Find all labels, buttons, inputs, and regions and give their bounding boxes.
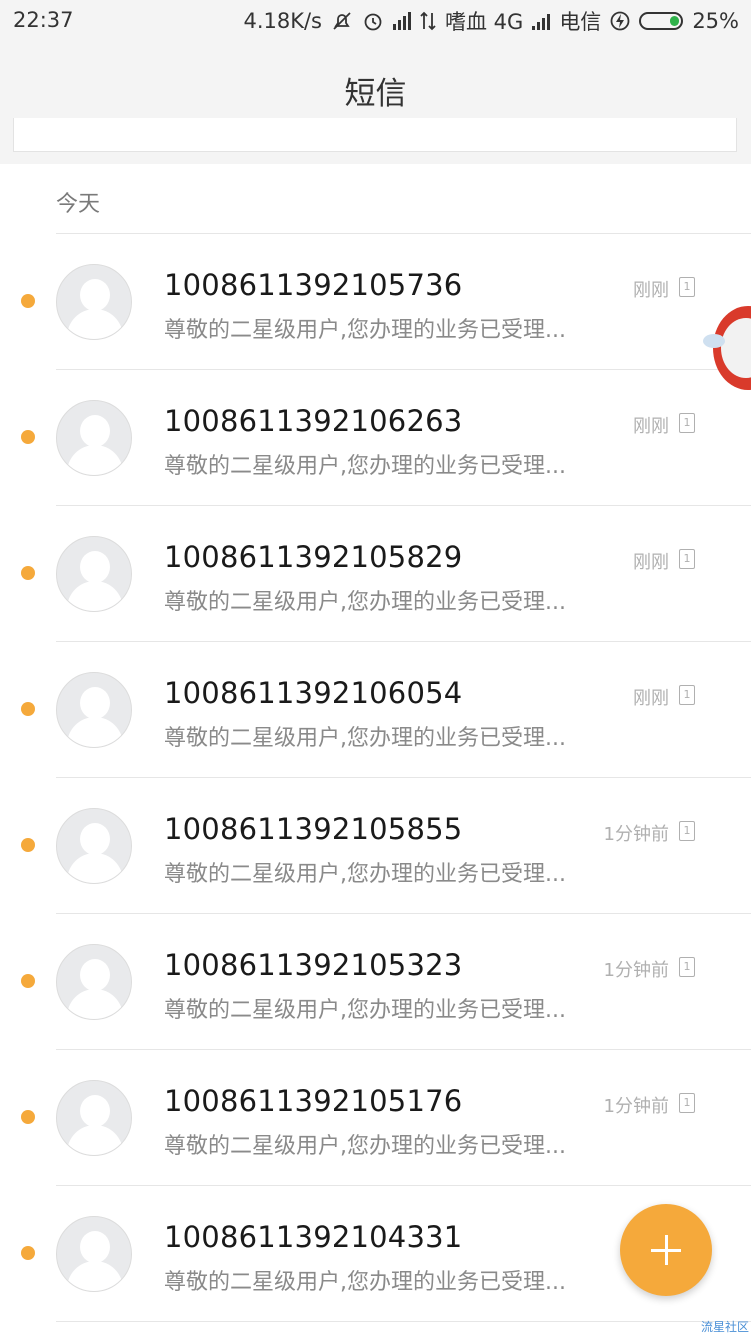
sim-card-icon: 1 — [679, 413, 695, 433]
avatar[interactable] — [56, 672, 132, 748]
message-sender: 1008611392104331 — [164, 1220, 463, 1254]
plus-icon-vertical — [664, 1235, 668, 1265]
unread-dot — [21, 1110, 35, 1124]
hd-signal-icon — [393, 12, 411, 30]
message-preview: 尊敬的二星级用户,您办理的业务已受理... — [164, 454, 566, 479]
message-sender: 1008611392105829 — [164, 540, 463, 574]
page-title: 短信 — [344, 76, 407, 112]
unread-dot — [21, 1246, 35, 1260]
list-item[interactable]: 1008611392105323 尊敬的二星级用户,您办理的业务已受理... 1分钟… — [0, 914, 751, 1050]
message-sender: 1008611392105176 — [164, 1084, 463, 1118]
floating-mascot-icon[interactable] — [701, 296, 751, 400]
unread-dot — [21, 430, 35, 444]
list-item[interactable]: 1008611392106054 尊敬的二星级用户,您办理的业务已受理... 刚刚 1 — [0, 642, 751, 778]
signal-icon — [532, 12, 551, 30]
message-time: 1分钟前 — [603, 1096, 669, 1117]
message-preview: 尊敬的二星级用户,您办理的业务已受理... — [164, 998, 566, 1023]
list-item[interactable]: 1008611392105736 尊敬的二星级用户,您办理的业务已受理... 刚刚 1 — [0, 234, 751, 370]
list-item[interactable]: 1008611392105829 尊敬的二星级用户,您办理的业务已受理... 刚刚 1 — [0, 506, 751, 642]
message-sender: 1008611392106263 — [164, 404, 463, 438]
unread-dot — [21, 294, 35, 308]
unread-dot — [21, 974, 35, 988]
list-item[interactable]: 1008611392106263 尊敬的二星级用户,您办理的业务已受理... 刚刚 1 — [0, 370, 751, 506]
new-message-button[interactable] — [620, 1204, 712, 1296]
section-label-today: 今天 — [56, 192, 101, 217]
status-bar: 22:37 4.18K/s 嗜血 4G 电信 25% — [0, 0, 751, 44]
message-time: 刚刚 — [633, 552, 669, 573]
sim-card-icon: 1 — [679, 957, 695, 977]
avatar[interactable] — [56, 264, 132, 340]
message-sender: 1008611392105855 — [164, 812, 463, 846]
message-preview: 尊敬的二星级用户,您办理的业务已受理... — [164, 318, 566, 343]
status-right: 4.18K/s 嗜血 4G 电信 25% — [243, 6, 739, 36]
battery-percent: 25% — [692, 9, 739, 33]
message-sender: 1008611392106054 — [164, 676, 463, 710]
sim-card-icon: 1 — [679, 1093, 695, 1113]
search-box[interactable] — [13, 118, 737, 152]
message-preview: 尊敬的二星级用户,您办理的业务已受理... — [164, 590, 566, 615]
mute-bell-icon — [333, 12, 351, 30]
unread-dot — [21, 702, 35, 716]
sim-card-icon: 1 — [679, 821, 695, 841]
unread-dot — [21, 838, 35, 852]
message-time: 刚刚 — [633, 280, 669, 301]
sim-card-icon: 1 — [679, 685, 695, 705]
battery-icon — [639, 12, 684, 30]
message-list: 1008611392105736 尊敬的二星级用户,您办理的业务已受理... 刚刚 1… — [0, 234, 751, 1322]
sim-card-icon: 1 — [679, 549, 695, 569]
unread-dot — [21, 566, 35, 580]
message-time: 刚刚 — [633, 688, 669, 709]
avatar[interactable] — [56, 400, 132, 476]
list-item[interactable]: 1008611392105176 尊敬的二星级用户,您办理的业务已受理... 1分钟… — [0, 1050, 751, 1186]
charging-icon — [610, 11, 630, 31]
list-item[interactable]: 1008611392105855 尊敬的二星级用户,您办理的业务已受理... 1分钟… — [0, 778, 751, 914]
avatar[interactable] — [56, 808, 132, 884]
message-preview: 尊敬的二星级用户,您办理的业务已受理... — [164, 862, 566, 887]
message-sender: 1008611392105323 — [164, 948, 463, 982]
sim-card-icon: 1 — [679, 277, 695, 297]
avatar[interactable] — [56, 536, 132, 612]
message-time: 1分钟前 — [603, 960, 669, 981]
data-arrows-icon — [420, 11, 436, 31]
row-divider — [56, 1321, 751, 1322]
avatar[interactable] — [56, 1216, 132, 1292]
carrier-1: 嗜血 4G — [445, 10, 524, 34]
status-time: 22:37 — [13, 8, 74, 32]
watermark: 流星社区 — [700, 1320, 749, 1334]
carrier-2: 电信 — [559, 10, 602, 34]
avatar[interactable] — [56, 1080, 132, 1156]
message-preview: 尊敬的二星级用户,您办理的业务已受理... — [164, 726, 566, 751]
avatar[interactable] — [56, 944, 132, 1020]
message-sender: 1008611392105736 — [164, 268, 463, 302]
message-preview: 尊敬的二星级用户,您办理的业务已受理... — [164, 1134, 566, 1159]
alarm-icon — [364, 13, 382, 31]
message-time: 刚刚 — [633, 416, 669, 437]
message-time: 1分钟前 — [603, 824, 669, 845]
message-preview: 尊敬的二星级用户,您办理的业务已受理... — [164, 1270, 566, 1295]
network-speed: 4.18K/s — [243, 9, 322, 33]
